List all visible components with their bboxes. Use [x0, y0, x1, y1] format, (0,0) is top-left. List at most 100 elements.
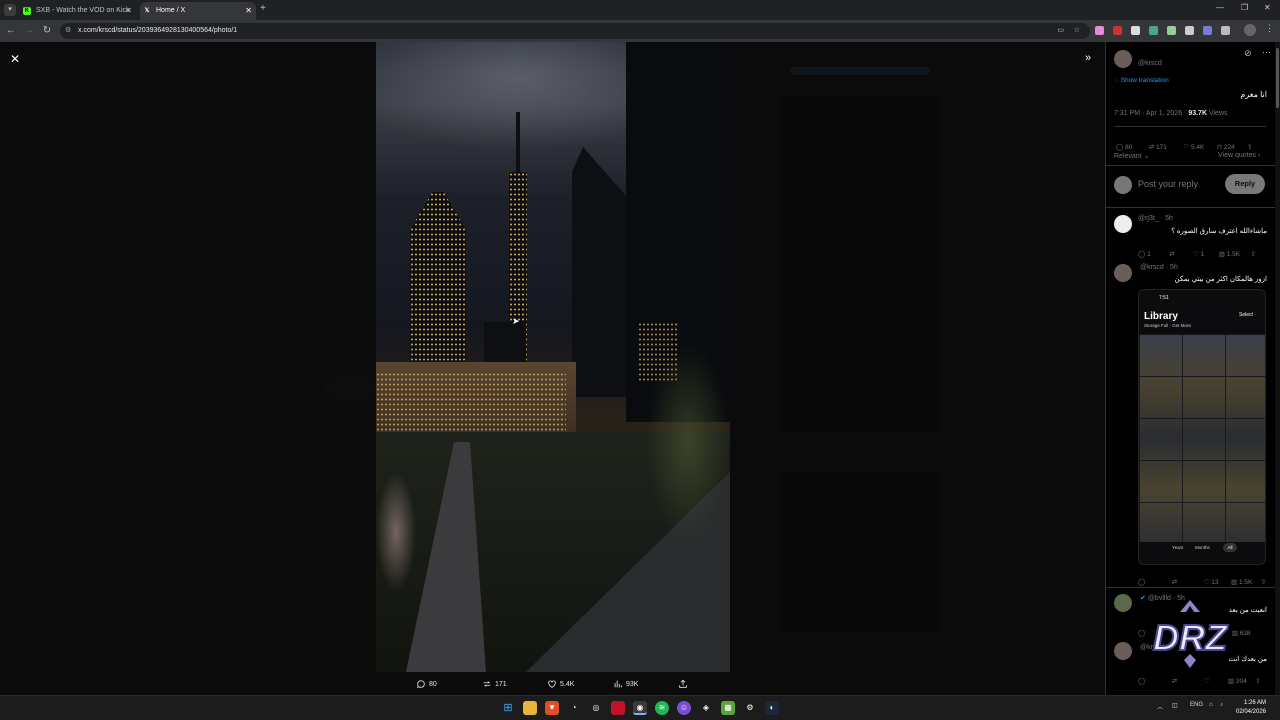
- close-window-button[interactable]: ✕: [1264, 3, 1271, 12]
- minimize-button[interactable]: —: [1216, 3, 1224, 12]
- scrollbar-thumb[interactable]: [1276, 48, 1279, 108]
- site-info-icon[interactable]: ⚙: [65, 23, 71, 39]
- author-avatar[interactable]: [1114, 50, 1132, 68]
- collapse-panel-icon[interactable]: »: [1085, 52, 1091, 64]
- install-icon[interactable]: ▭: [1057, 23, 1064, 39]
- author-handle[interactable]: @krscd: [1138, 60, 1162, 67]
- view-quotes-link[interactable]: View quotes ›: [1218, 152, 1260, 159]
- heart-icon[interactable]: ♡ 1: [1193, 250, 1204, 258]
- post-text: انا مغرم: [1240, 90, 1267, 99]
- bookmark-button[interactable]: ⊓ 224: [1217, 143, 1235, 151]
- close-tab-icon[interactable]: ✕: [245, 2, 252, 20]
- views-count: 1.5K: [1226, 251, 1241, 258]
- repost-icon[interactable]: ⇄: [1172, 677, 1177, 685]
- reply-button[interactable]: Reply: [1225, 174, 1265, 194]
- close-tab-icon[interactable]: ✕: [125, 2, 132, 20]
- reply-icon[interactable]: ◯ 1: [1138, 250, 1151, 258]
- heart-icon[interactable]: ♡ 13: [1204, 578, 1219, 586]
- repost-button[interactable]: ⇄ 171: [1149, 143, 1167, 151]
- extension-icon[interactable]: [1131, 26, 1140, 35]
- tab-home-x[interactable]: 𝕏 Home / X ✕: [140, 2, 256, 20]
- viewer-reply-button[interactable]: 80: [416, 678, 437, 692]
- app-icon[interactable]: ◈: [699, 701, 713, 715]
- phone-screenshot-image[interactable]: 7:51 Library Storage Full · Get More Sel…: [1138, 289, 1266, 565]
- like-button[interactable]: ♡ 5.4K: [1183, 143, 1204, 151]
- sort-dropdown[interactable]: Relevant ⌄: [1114, 152, 1149, 160]
- new-tab-button[interactable]: +: [260, 3, 266, 14]
- minecraft-icon[interactable]: ▦: [721, 701, 735, 715]
- reply-handle[interactable]: @krscd · 5h: [1140, 264, 1178, 271]
- windows-start-icon[interactable]: ⊞: [501, 701, 515, 715]
- extension-icon[interactable]: [1185, 26, 1194, 35]
- maximize-button[interactable]: ❐: [1241, 3, 1248, 12]
- tray-app-icon[interactable]: ◫: [1172, 702, 1178, 709]
- back-button[interactable]: ←: [4, 23, 18, 39]
- like-count: 5.4K: [1191, 144, 1205, 151]
- share-icon[interactable]: ⇧: [1261, 578, 1266, 586]
- settings-gear-icon[interactable]: ⚙: [743, 701, 757, 715]
- spotify-icon[interactable]: ≋: [655, 701, 669, 715]
- more-options-icon[interactable]: ⋯: [1262, 47, 1271, 58]
- repost-icon[interactable]: ⇄: [1172, 578, 1177, 586]
- post-time[interactable]: 7:31 PM · Apr 1, 2026 ·: [1114, 110, 1188, 117]
- viewer-repost-button[interactable]: 171: [482, 678, 507, 692]
- analytics-icon[interactable]: ▥ 638: [1232, 629, 1251, 637]
- street-glow: [376, 472, 416, 592]
- tab-title: SXB - Watch the VOD on Kick: [36, 7, 130, 14]
- reload-button[interactable]: ↻: [40, 23, 54, 39]
- analytics-icon[interactable]: ▥ 1.5K: [1219, 250, 1240, 258]
- viewer-like-button[interactable]: 5.4K: [547, 678, 574, 692]
- grok-icon[interactable]: ⊘: [1244, 48, 1252, 59]
- app-icon[interactable]: ◔: [567, 701, 581, 715]
- reply-icon[interactable]: ◯: [1138, 578, 1145, 586]
- reply-button[interactable]: ◯ 80: [1116, 143, 1132, 151]
- show-translation-link[interactable]: ◌ Show translation: [1115, 77, 1169, 84]
- viewer-share-button[interactable]: [678, 678, 691, 692]
- tab-search-button[interactable]: ▾: [4, 4, 16, 16]
- shield-extension-icon[interactable]: [1149, 26, 1158, 35]
- file-explorer-icon[interactable]: [523, 701, 537, 715]
- reply-avatar[interactable]: [1114, 642, 1132, 660]
- analytics-icon[interactable]: ▥ 204: [1228, 677, 1247, 685]
- analytics-icon: [614, 680, 622, 688]
- profile-avatar[interactable]: [1244, 24, 1256, 36]
- steam-icon[interactable]: ◐: [765, 701, 779, 715]
- chrome-icon[interactable]: ◉: [633, 701, 647, 715]
- language-indicator[interactable]: ENG: [1190, 702, 1203, 708]
- forward-button[interactable]: →: [22, 23, 36, 39]
- volume-icon[interactable]: ♪: [1220, 702, 1223, 708]
- reply-icon[interactable]: ◯: [1138, 677, 1145, 685]
- reply-avatar[interactable]: [1114, 215, 1132, 233]
- close-viewer-icon[interactable]: ✕: [10, 52, 20, 66]
- tweet-photo[interactable]: ➤: [376, 42, 730, 672]
- app-icon[interactable]: ◎: [589, 701, 603, 715]
- brave-browser-icon[interactable]: ▼: [545, 701, 559, 715]
- browser-menu-icon[interactable]: ⋮: [1265, 23, 1274, 34]
- share-icon[interactable]: ⇧: [1255, 677, 1260, 685]
- extension-icon[interactable]: [1203, 26, 1212, 35]
- repost-icon[interactable]: ⇄: [1169, 250, 1174, 258]
- url-field[interactable]: ⚙ x.com/krscd/status/2039364928130400564…: [60, 23, 1090, 39]
- share-icon[interactable]: ⇧: [1251, 250, 1256, 258]
- app-icon[interactable]: [611, 701, 625, 715]
- reply-avatar[interactable]: [1114, 264, 1132, 282]
- heart-icon[interactable]: ♡: [1204, 677, 1210, 685]
- viewer-views-button[interactable]: 93K: [613, 678, 638, 692]
- clock[interactable]: 1:26 AM 02/04/2026: [1236, 699, 1266, 717]
- network-icon[interactable]: ⌂: [1209, 702, 1213, 708]
- reply-avatar[interactable]: [1114, 594, 1132, 612]
- tab-kick[interactable]: K SXB - Watch the VOD on Kick ✕: [20, 2, 136, 20]
- extensions-puzzle-icon[interactable]: [1221, 26, 1230, 35]
- analytics-icon[interactable]: ▥ 1.5K: [1231, 578, 1252, 586]
- share-icon[interactable]: ⇧: [1247, 143, 1252, 151]
- extension-icon[interactable]: [1167, 26, 1176, 35]
- reply-handle[interactable]: @rj3t_ · 5h: [1138, 215, 1173, 222]
- extension-icon[interactable]: [1113, 26, 1122, 35]
- bookmark-star-icon[interactable]: ☆: [1074, 23, 1080, 39]
- reply-icon[interactable]: ◯: [1138, 629, 1145, 637]
- reply-input[interactable]: Post your reply: [1138, 179, 1198, 189]
- scrollbar[interactable]: [1275, 42, 1280, 695]
- discord-icon[interactable]: ☺: [677, 701, 691, 715]
- extension-icon[interactable]: [1095, 26, 1104, 35]
- tray-overflow-icon[interactable]: ︿: [1157, 702, 1163, 711]
